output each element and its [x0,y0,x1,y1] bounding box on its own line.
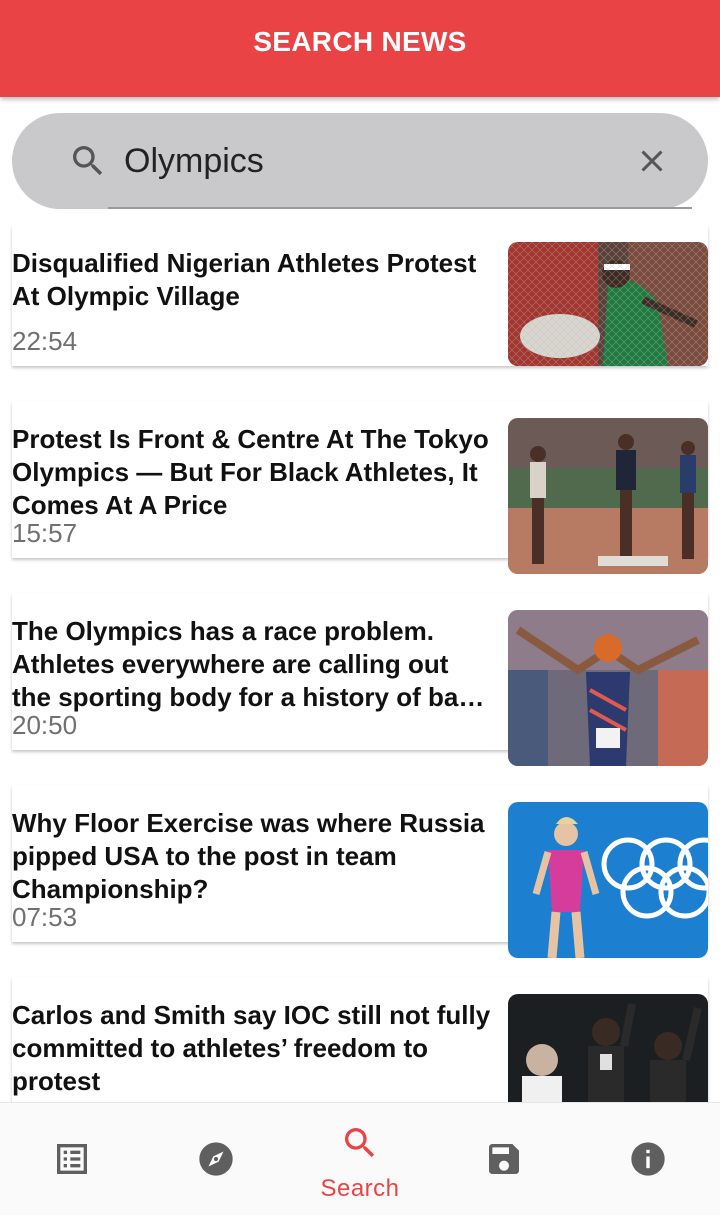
news-title: The Olympics has a race problem. Athlete… [12,616,485,712]
news-card[interactable]: Disqualified Nigerian Athletes Protest A… [12,226,708,366]
news-title: Protest Is Front & Centre At The Tokyo O… [12,424,489,520]
list-icon [57,1144,87,1174]
news-card[interactable]: Protest Is Front & Centre At The Tokyo O… [12,402,708,574]
app-bar: SEARCH NEWS [0,0,720,97]
news-thumbnail [508,418,708,574]
news-thumbnail [508,802,708,958]
news-thumbnail [508,994,708,1102]
bottom-navigation: Search [0,1102,720,1215]
search-input[interactable] [124,135,604,187]
save-icon [489,1144,519,1174]
news-thumbnail [508,242,708,366]
news-list: Disqualified Nigerian Athletes Protest A… [0,226,720,1102]
news-title: Carlos and Smith say IOC still not fully… [12,1000,491,1096]
nav-label-search: Search [320,1175,400,1202]
news-card[interactable]: Carlos and Smith say IOC still not fully… [12,978,708,1102]
nav-item-headlines[interactable] [0,1103,144,1215]
news-card[interactable]: Why Floor Exercise was where Russia pipp… [12,786,708,958]
news-time: 20:50 [12,710,78,740]
compass-icon [199,1142,233,1176]
search-icon [73,146,103,176]
search-underline [108,207,692,209]
nav-item-saved[interactable] [432,1103,576,1215]
news-thumbnail [508,610,708,766]
page-title: SEARCH NEWS [253,25,467,57]
news-time: 07:53 [12,902,78,932]
news-card[interactable]: The Olympics has a race problem. Athlete… [12,594,708,766]
nav-item-about[interactable] [576,1103,720,1215]
news-time: 15:57 [12,518,78,548]
search-bar[interactable] [12,113,708,209]
news-time: 22:54 [12,326,78,356]
search-icon [345,1128,375,1158]
nav-item-search[interactable]: Search [288,1103,432,1215]
close-icon[interactable] [634,143,670,179]
nav-item-explore[interactable] [144,1103,288,1215]
info-icon [631,1142,665,1176]
news-title: Why Floor Exercise was where Russia pipp… [12,808,485,904]
news-title: Disqualified Nigerian Athletes Protest A… [12,248,477,311]
